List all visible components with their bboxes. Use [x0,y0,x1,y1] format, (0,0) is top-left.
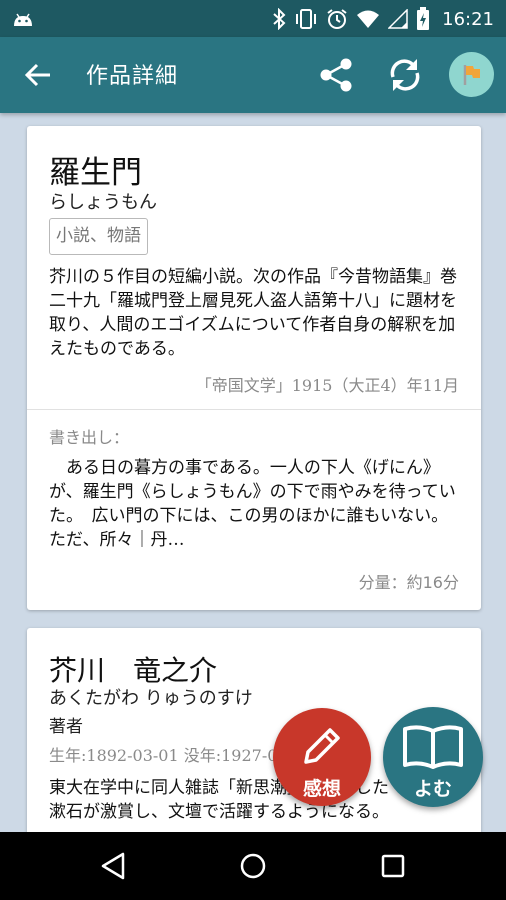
back-icon[interactable] [22,59,56,91]
work-description: 芥川の５作目の短編小説。次の作品『今昔物語集』巻二十九「羅城門登上層見死人盗人語… [49,267,457,359]
flag-button[interactable] [449,52,494,97]
vibrate-icon [296,9,317,29]
kanso-label: 感想 [302,778,341,800]
pencil-icon [304,728,340,764]
share-icon[interactable] [316,55,356,95]
work-title: 羅生門 [49,155,142,191]
app-bar: 作品詳細 [0,37,506,113]
wifi-icon [357,10,380,28]
open-book-icon [403,725,463,769]
flag-icon [463,64,480,85]
recents-square-icon[interactable] [373,846,413,886]
author-reading: あくたがわ りゅうのすけ [49,688,253,709]
author-role: 著者 [49,717,83,737]
refresh-icon[interactable] [385,55,425,95]
page-title: 作品詳細 [86,64,179,89]
status-icons: 16:21 [272,7,494,31]
navigation-bar [0,832,506,900]
publication-info: 「帝国文学」1915（大正4）年11月 [195,376,459,395]
android-icon [14,13,32,26]
yomu-label: よむ [413,778,452,800]
work-card: 羅生門 らしょうもん 小説、物語 芥川の５作目の短編小説。次の作品『今昔物語集』… [27,126,481,610]
home-circle-icon[interactable] [233,846,273,886]
no-signal-icon [388,9,408,29]
status-bar: 16:21 [0,0,506,37]
alarm-icon [327,9,347,29]
work-reading: らしょうもん [49,192,157,213]
battery-charging-icon [417,7,430,30]
opening-text: ある日の暮方の事である。一人の下人《げにん》が、羅生門《らしょうもん》の下で雨や… [49,458,456,550]
yomu-button[interactable]: よむ [383,707,483,807]
divider [27,409,481,410]
clock: 16:21 [442,8,494,30]
author-name: 芥川 竜之介 [49,654,218,687]
genre-tag[interactable]: 小説、物語 [49,218,148,255]
bluetooth-icon [273,8,286,30]
back-triangle-icon[interactable] [93,846,133,886]
kanso-button[interactable]: 感想 [273,708,371,806]
reading-length: 分量：約16分 [358,573,459,592]
opening-label: 書き出し： [49,428,130,447]
